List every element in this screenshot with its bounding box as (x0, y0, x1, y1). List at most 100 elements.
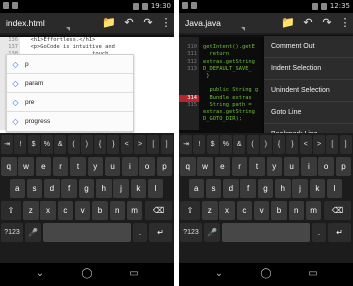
key-c[interactable]: c (57, 201, 74, 220)
symbols-key[interactable]: ?123 (1, 223, 23, 242)
key-o[interactable]: o (318, 157, 334, 176)
key-r[interactable]: r (231, 157, 248, 176)
symbol-key[interactable]: ( (67, 135, 80, 154)
mic-key[interactable]: 🎤 (204, 223, 220, 242)
key-a[interactable]: a (188, 179, 204, 198)
key-z[interactable]: z (202, 201, 218, 220)
symbol-key[interactable]: & (54, 135, 67, 154)
file-title[interactable]: index.html (6, 18, 45, 28)
period-key[interactable]: . (133, 223, 147, 242)
key-w[interactable]: w (18, 157, 34, 176)
symbol-key[interactable]: ] (160, 135, 173, 154)
key-a[interactable]: a (9, 179, 25, 198)
symbol-key[interactable]: $ (27, 135, 40, 154)
menu-item[interactable]: Unindent Selection (264, 80, 353, 102)
key-e[interactable]: e (35, 157, 52, 176)
key-u[interactable]: u (104, 157, 121, 176)
overflow-icon[interactable]: ⋮ (159, 17, 173, 30)
key-l[interactable]: l (326, 179, 343, 198)
key-s[interactable]: s (26, 179, 43, 198)
key-t[interactable]: t (70, 157, 86, 176)
key-o[interactable]: o (139, 157, 155, 176)
backspace-key[interactable]: ⌫ (324, 201, 351, 220)
key-r[interactable]: r (52, 157, 69, 176)
key-t[interactable]: t (249, 157, 265, 176)
key-x[interactable]: x (40, 201, 56, 220)
symbol-key[interactable]: $ (206, 135, 219, 154)
key-z[interactable]: z (23, 201, 39, 220)
back-icon[interactable]: ⌄ (30, 267, 50, 281)
home-icon[interactable]: ◯ (77, 267, 97, 281)
symbol-key[interactable]: { (94, 135, 107, 154)
key-y[interactable]: y (87, 157, 103, 176)
key-m[interactable]: m (126, 201, 143, 220)
menu-item[interactable]: Indent Selection (264, 58, 353, 80)
folder-icon[interactable]: 📁 (281, 17, 295, 30)
symbol-key[interactable]: & (233, 135, 246, 154)
key-b[interactable]: b (271, 201, 287, 220)
suggestion-item[interactable]: ◇ p (7, 55, 133, 74)
key-q[interactable]: q (180, 157, 196, 176)
key-j[interactable]: j (292, 179, 308, 198)
suggestion-item[interactable]: ◇ pre (7, 93, 133, 112)
menu-item[interactable]: Goto Line (264, 102, 353, 124)
key-h[interactable]: h (275, 179, 291, 198)
key-k[interactable]: k (309, 179, 326, 198)
symbol-key[interactable]: [ (147, 135, 160, 154)
key-f[interactable]: f (61, 179, 77, 198)
redo-icon[interactable]: ↷ (141, 17, 155, 30)
redo-icon[interactable]: ↷ (320, 17, 334, 30)
key-b[interactable]: b (92, 201, 108, 220)
suggestion-item[interactable]: ◇ progress (7, 112, 133, 131)
key-l[interactable]: l (147, 179, 164, 198)
recent-apps-icon[interactable]: ▭ (124, 267, 144, 281)
home-icon[interactable]: ◯ (256, 267, 276, 281)
backspace-key[interactable]: ⌫ (145, 201, 172, 220)
key-v[interactable]: v (253, 201, 270, 220)
key-g[interactable]: g (78, 179, 95, 198)
key-x[interactable]: x (219, 201, 235, 220)
symbol-key[interactable]: % (40, 135, 53, 154)
symbol-key[interactable]: < (299, 135, 312, 154)
symbol-key[interactable]: ) (259, 135, 272, 154)
mic-key[interactable]: 🎤 (25, 223, 41, 242)
symbol-key[interactable]: % (219, 135, 232, 154)
symbol-key[interactable]: ] (339, 135, 352, 154)
symbol-key[interactable]: [ (326, 135, 339, 154)
key-h[interactable]: h (96, 179, 112, 198)
back-icon[interactable]: ⌄ (209, 267, 229, 281)
shift-key[interactable]: ⇧ (180, 201, 200, 220)
menu-item[interactable]: Comment Out (264, 36, 353, 58)
recent-apps-icon[interactable]: ▭ (303, 267, 323, 281)
symbol-key[interactable]: > (134, 135, 146, 154)
symbol-key[interactable]: < (120, 135, 133, 154)
space-key[interactable] (222, 223, 310, 242)
file-title[interactable]: Java.java (185, 18, 221, 28)
key-n[interactable]: n (288, 201, 304, 220)
key-c[interactable]: c (236, 201, 253, 220)
key-p[interactable]: p (335, 157, 352, 176)
symbol-key[interactable]: ⇥ (180, 135, 192, 154)
enter-key[interactable]: ↵ (149, 223, 172, 242)
key-q[interactable]: q (1, 157, 17, 176)
symbol-key[interactable]: ! (14, 135, 27, 154)
key-v[interactable]: v (74, 201, 91, 220)
key-f[interactable]: f (240, 179, 256, 198)
key-e[interactable]: e (214, 157, 231, 176)
key-g[interactable]: g (257, 179, 274, 198)
symbol-key[interactable]: { (273, 135, 286, 154)
key-i[interactable]: i (122, 157, 138, 176)
folder-icon[interactable]: 📁 (102, 17, 116, 30)
space-key[interactable] (43, 223, 131, 242)
enter-key[interactable]: ↵ (328, 223, 351, 242)
key-y[interactable]: y (266, 157, 282, 176)
key-n[interactable]: n (109, 201, 125, 220)
key-m[interactable]: m (305, 201, 322, 220)
symbols-key[interactable]: ?123 (180, 223, 202, 242)
key-d[interactable]: d (223, 179, 239, 198)
undo-icon[interactable]: ↶ (301, 17, 315, 30)
key-u[interactable]: u (283, 157, 300, 176)
suggestion-item[interactable]: ◇ param (7, 74, 133, 93)
overflow-icon[interactable]: ⋮ (338, 17, 352, 30)
key-i[interactable]: i (301, 157, 317, 176)
